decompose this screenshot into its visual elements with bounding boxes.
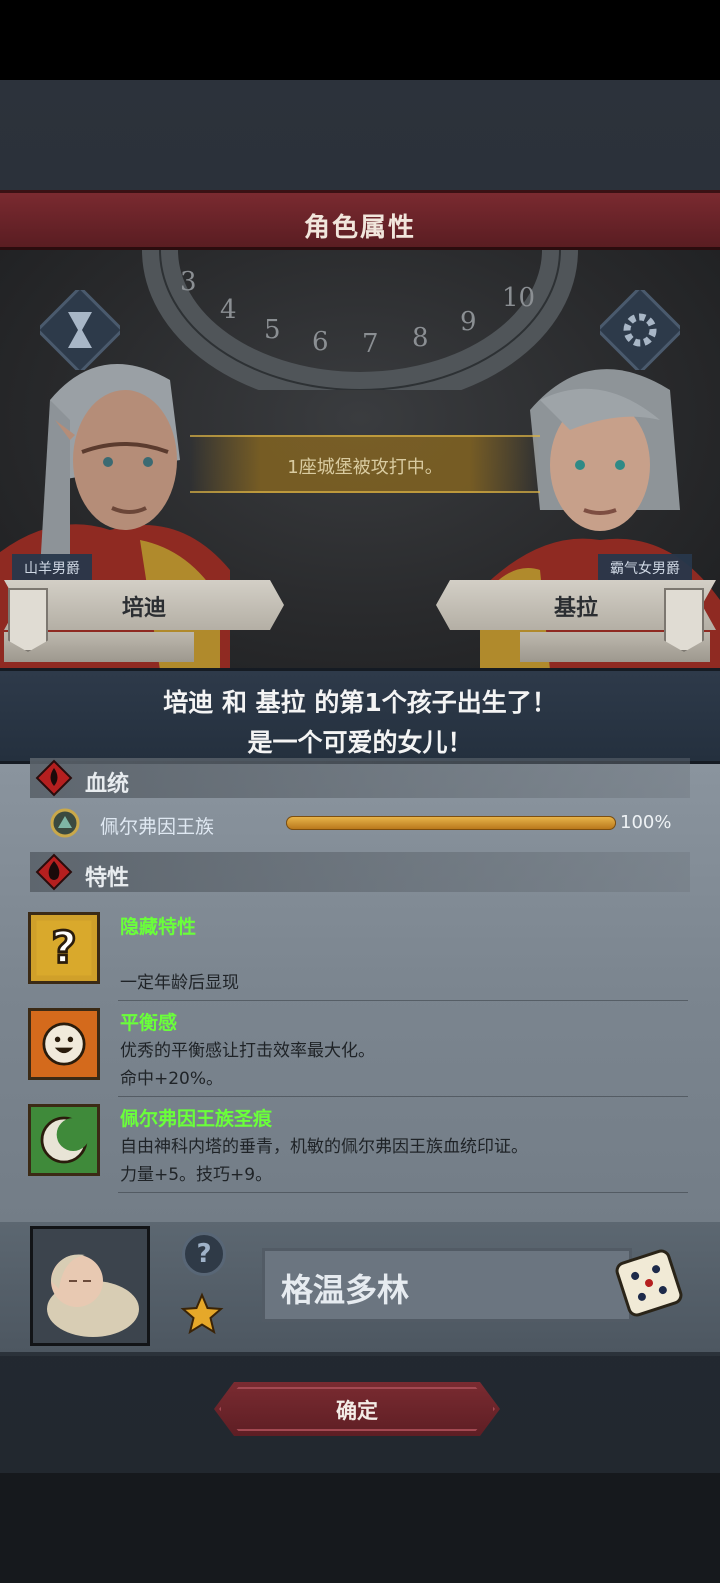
announcement-line-1: 培迪 和 基拉 的第1个孩子出生了！ [163, 688, 557, 717]
smiley-face-icon [28, 1008, 100, 1080]
svg-text:8: 8 [412, 323, 429, 353]
dice-icon[interactable] [612, 1246, 686, 1320]
svg-text:?: ? [51, 923, 77, 974]
event-notification: 1座城堡被攻打中。 [190, 435, 540, 493]
status-bar-area [0, 0, 720, 80]
svg-text:6: 6 [312, 327, 329, 357]
trait-desc-line-2: 命中+20%。 [120, 1069, 224, 1089]
star-icon[interactable] [180, 1292, 224, 1336]
svg-text:9: 9 [460, 307, 477, 337]
trait-divider [118, 1096, 688, 1097]
navigation-bar-area [0, 1473, 720, 1583]
trait-desc-line-1: 优秀的平衡感让打击效率最大化。 [120, 1041, 375, 1061]
announcement-line-2: 是一个可爱的女儿！ [247, 728, 473, 757]
parents-scene: 345 678 9 10 1座城堡被攻打中。 山羊男爵 霸气女男爵 培迪 基拉 [0, 250, 720, 670]
child-name-input[interactable]: 格温多林 [262, 1248, 632, 1322]
child-attributes-panel: 血统 佩尔弗因王族 100% 特性 ? 隐藏特性 一定年龄后显现 平衡感 优秀的… [0, 758, 720, 1222]
lineage-section-title: 血统 [85, 772, 130, 797]
confirm-button-label: 确定 [336, 1399, 378, 1423]
trait-name: 隐藏特性 [120, 916, 197, 938]
baby-icon [47, 1254, 139, 1337]
lineage-progress-track [286, 816, 616, 830]
crescent-swirl-icon [28, 1104, 100, 1176]
trait-hidden[interactable]: ? 隐藏特性 一定年龄后显现 [28, 912, 688, 993]
page-title: 角色属性 [303, 213, 416, 243]
trait-divider [118, 1192, 688, 1193]
question-mark-icon: ? [28, 912, 100, 984]
trait-name: 佩尔弗因王族圣痕 [120, 1108, 273, 1130]
father-title: 山羊男爵 [12, 554, 92, 582]
birth-announcement: 培迪 和 基拉 的第1个孩子出生了！ 是一个可爱的女儿！ [0, 668, 720, 764]
royal-emblem-icon [50, 808, 80, 838]
trait-desc-line-2: 力量+5。技巧+9。 [120, 1165, 273, 1185]
svg-text:5: 5 [264, 315, 281, 345]
traits-section-header: 特性 [30, 852, 690, 892]
title-banner: 角色属性 [0, 190, 720, 250]
trait-desc: 一定年龄后显现 [120, 973, 239, 993]
lineage-progress-fill [286, 816, 616, 830]
mother-banner-flag [664, 588, 704, 652]
svg-text:3: 3 [180, 267, 197, 297]
svg-text:7: 7 [362, 329, 379, 359]
lineage-section-header: 血统 [30, 758, 690, 798]
child-naming-row: ? 格温多林 [0, 1222, 720, 1356]
trait-balance[interactable]: 平衡感 优秀的平衡感让打击效率最大化。 命中+20%。 [28, 1008, 688, 1089]
trait-divider [118, 1000, 688, 1001]
confirm-button[interactable]: 确定 [214, 1382, 500, 1436]
trait-desc-line-1: 自由神科内塔的垂青，机敏的佩尔弗因王族血统印证。 [120, 1137, 528, 1157]
lineage-name: 佩尔弗因王族 [100, 816, 215, 838]
flame-icon [35, 853, 73, 891]
father-banner-flag [8, 588, 48, 652]
svg-text:10: 10 [502, 283, 535, 313]
svg-text:4: 4 [220, 295, 237, 325]
lineage-row: 佩尔弗因王族 100% [50, 806, 690, 840]
help-button[interactable]: ? [182, 1232, 226, 1276]
blood-drop-icon [35, 759, 73, 797]
trait-royal-stigma[interactable]: 佩尔弗因王族圣痕 自由神科内塔的垂青，机敏的佩尔弗因王族血统印证。 力量+5。技… [28, 1104, 688, 1185]
event-message: 1座城堡被攻打中。 [287, 457, 443, 478]
lineage-percent: 100% [620, 812, 672, 833]
child-avatar [30, 1226, 150, 1346]
traits-section-title: 特性 [85, 866, 130, 891]
trait-name: 平衡感 [120, 1012, 178, 1034]
mother-title: 霸气女男爵 [598, 554, 692, 582]
